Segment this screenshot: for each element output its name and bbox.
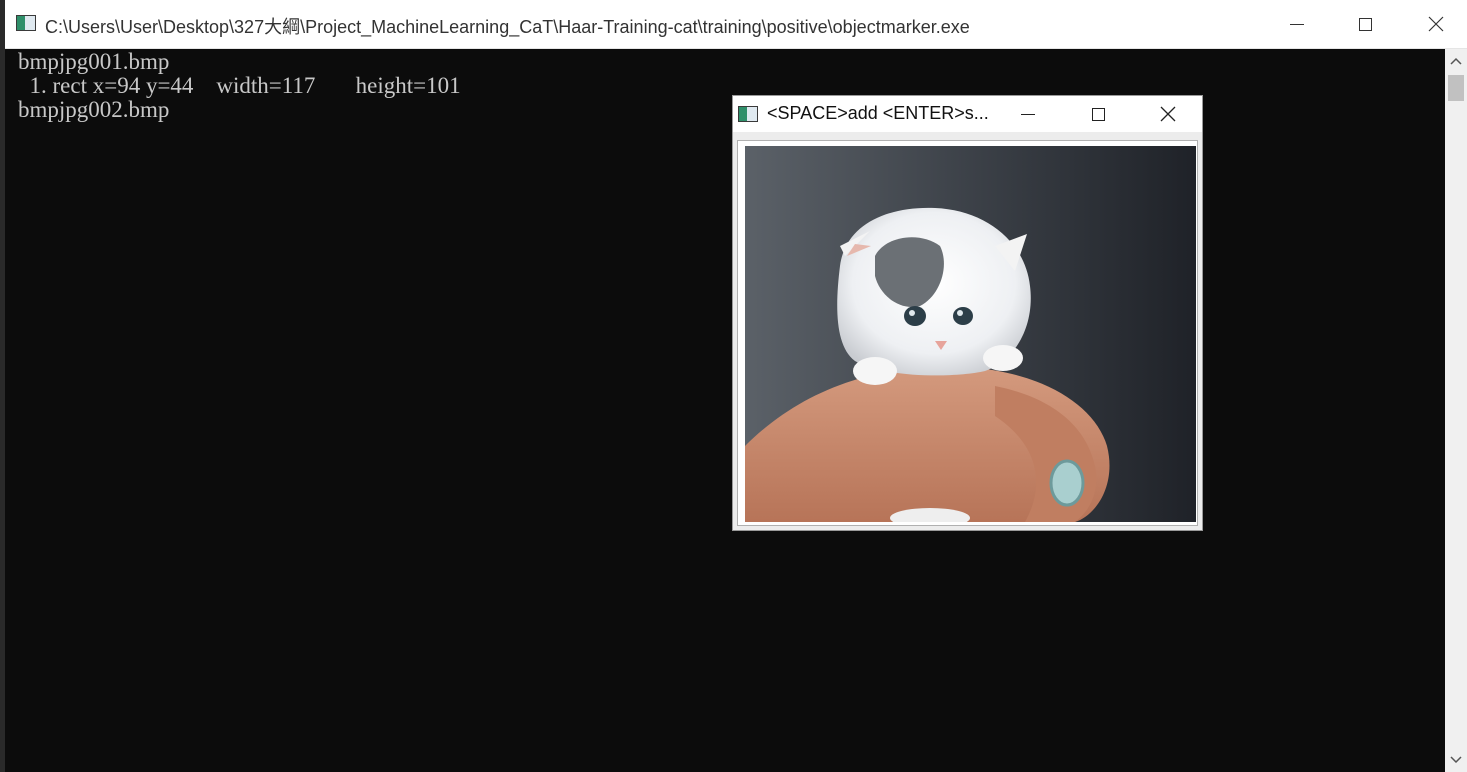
console-line-3: bmpjpg002.bmp bbox=[18, 97, 170, 122]
maximize-icon bbox=[1091, 107, 1105, 121]
chevron-up-icon bbox=[1450, 57, 1462, 65]
popup-app-icon bbox=[738, 106, 758, 122]
popup-maximize-button[interactable] bbox=[1063, 96, 1133, 132]
scroll-up-button[interactable] bbox=[1445, 49, 1467, 73]
kitten-image[interactable] bbox=[745, 146, 1196, 522]
console-output[interactable]: bmpjpg001.bmp 1. rect x=94 y=44 width=11… bbox=[5, 49, 1445, 772]
console-line-1: bmpjpg001.bmp bbox=[18, 49, 170, 74]
console-scrollbar[interactable] bbox=[1445, 49, 1467, 772]
kitten-photo bbox=[745, 146, 1196, 522]
minimize-button[interactable] bbox=[1262, 0, 1332, 48]
maximize-icon bbox=[1358, 17, 1372, 31]
popup-titlebar[interactable]: <SPACE>add <ENTER>s... bbox=[733, 96, 1202, 132]
console-app-icon bbox=[16, 15, 36, 31]
console-line-2: 1. rect x=94 y=44 width=117 height=101 bbox=[18, 73, 461, 98]
scroll-thumb[interactable] bbox=[1448, 75, 1464, 101]
scroll-down-button[interactable] bbox=[1445, 748, 1467, 772]
close-button[interactable] bbox=[1401, 0, 1467, 48]
console-title: C:\Users\User\Desktop\327大綱\Project_Mach… bbox=[45, 17, 970, 37]
chevron-down-icon bbox=[1450, 756, 1462, 764]
popup-close-button[interactable] bbox=[1133, 96, 1203, 132]
image-frame bbox=[737, 140, 1198, 526]
image-marker-window[interactable]: <SPACE>add <ENTER>s... bbox=[732, 95, 1203, 531]
minimize-icon bbox=[1021, 113, 1035, 115]
console-titlebar[interactable]: C:\Users\User\Desktop\327大綱\Project_Mach… bbox=[5, 0, 1467, 49]
minimize-icon bbox=[1290, 23, 1304, 25]
popup-title: <SPACE>add <ENTER>s... bbox=[767, 103, 989, 123]
close-icon bbox=[1160, 106, 1176, 122]
maximize-button[interactable] bbox=[1330, 0, 1400, 48]
popup-minimize-button[interactable] bbox=[993, 96, 1063, 132]
close-icon bbox=[1428, 16, 1444, 32]
